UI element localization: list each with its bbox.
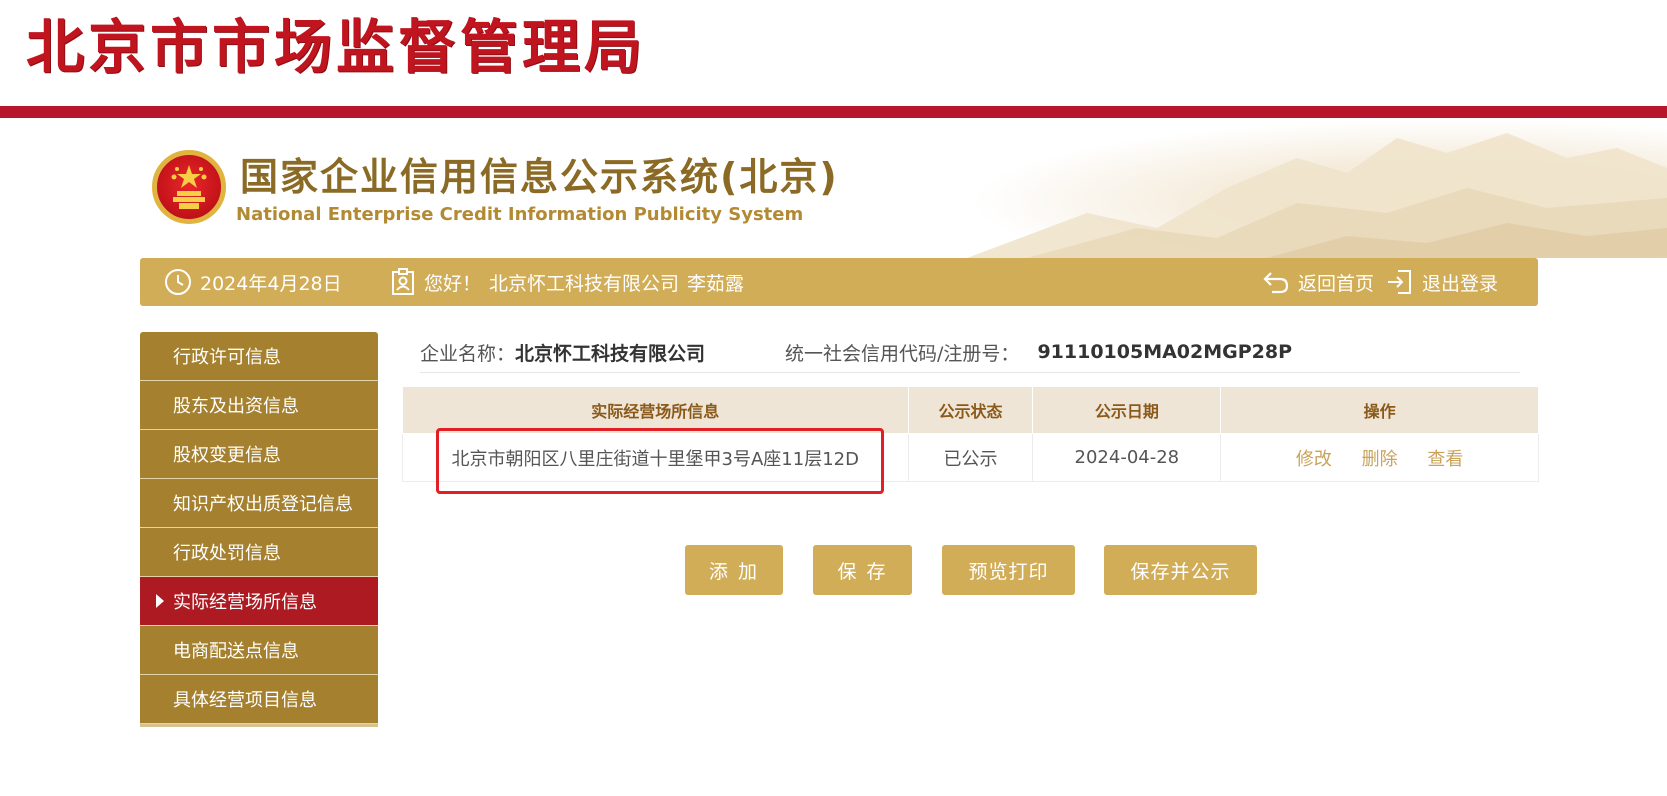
return-home-label: 返回首页 [1298,272,1375,295]
user-info-bar: 2024年4月28日 您好！ 北京怀工科技有限公司 李茹露 返回首页 退出登录 [140,258,1538,306]
greeting-text: 您好！ [424,272,482,295]
header-address: 实际经营场所信息 [402,386,909,434]
save-button[interactable]: 保 存 [813,545,912,595]
system-title-en: National Enterprise Credit Information P… [236,204,804,225]
sidebar-item-ecommerce-delivery[interactable]: 电商配送点信息 [140,626,378,675]
return-arrow-icon [1262,269,1290,295]
table-header-row: 实际经营场所信息 公示状态 公示日期 操作 [402,386,1539,434]
caret-right-icon [156,594,164,608]
clock-icon [164,268,192,296]
user-card-icon [390,268,416,296]
sidebar-item-label: 行政处罚信息 [173,543,281,564]
sidebar-item-ip-pledge[interactable]: 知识产权出质登记信息 [140,479,378,528]
national-emblem-icon [152,150,226,224]
sidebar-item-label: 知识产权出质登记信息 [173,494,353,515]
sidebar-item-label: 行政许可信息 [173,347,281,368]
sidebar-item-label: 实际经营场所信息 [173,592,317,613]
date-display: 2024年4月28日 [164,258,342,306]
mountain-background [967,118,1667,258]
premises-table: 实际经营场所信息 公示状态 公示日期 操作 北京市朝阳区八里庄街道十里堡甲3号A… [402,386,1539,482]
sidebar-item-label: 股东及出资信息 [173,396,299,417]
company-name-label: 企业名称： [420,342,516,365]
credit-code-value: 91110105MA02MGP28P [1037,341,1293,363]
sidebar-footer-rule [140,724,378,727]
sidebar-item-label: 电商配送点信息 [173,641,299,662]
greeting: 您好！ 北京怀工科技有限公司 李茹露 [390,258,744,306]
add-button[interactable]: 添 加 [685,545,783,595]
system-title-cn: 国家企业信用信息公示系统(北京) [240,155,839,199]
logout-label: 退出登录 [1422,272,1499,295]
sidebar-item-business-premises[interactable]: 实际经营场所信息 [140,577,378,626]
greeting-company: 北京怀工科技有限公司 [489,272,680,295]
view-link[interactable]: 查看 [1427,449,1463,470]
red-divider [0,106,1667,118]
company-info: 企业名称： 北京怀工科技有限公司 统一社会信用代码/注册号： 91110105M… [420,332,1520,372]
cell-address: 北京市朝阳区八里庄街道十里堡甲3号A座11层12D [402,433,909,482]
save-and-publish-button[interactable]: 保存并公示 [1104,545,1257,595]
sidebar-item-label: 具体经营项目信息 [173,690,317,711]
sidebar-item-admin-penalty[interactable]: 行政处罚信息 [140,528,378,577]
cell-status: 已公示 [907,433,1034,482]
greeting-user: 李茹露 [687,272,745,295]
sidebar-nav: 行政许可信息 股东及出资信息 股权变更信息 知识产权出质登记信息 行政处罚信息 … [140,332,378,727]
header-date: 公示日期 [1032,386,1222,434]
system-header: 国家企业信用信息公示系统(北京) National Enterprise Cre… [0,118,1667,258]
header-status: 公示状态 [907,386,1034,434]
credit-code-label: 统一社会信用代码/注册号： [785,342,1020,365]
edit-link[interactable]: 修改 [1296,449,1332,470]
company-name-value: 北京怀工科技有限公司 [515,342,706,365]
bureau-banner: 北京市市场监督管理局 [0,0,1667,118]
sidebar-item-shareholders[interactable]: 股东及出资信息 [140,381,378,430]
sidebar-item-equity-change[interactable]: 股权变更信息 [140,430,378,479]
date-text: 2024年4月28日 [200,272,342,295]
divider [420,372,1520,373]
cell-date: 2024-04-28 [1032,433,1222,482]
bureau-title: 北京市市场监督管理局 [26,13,647,81]
logout-icon [1386,268,1414,296]
sidebar-item-admin-license[interactable]: 行政许可信息 [140,332,378,381]
logout-link[interactable]: 退出登录 [1386,258,1498,306]
table-row: 北京市朝阳区八里庄街道十里堡甲3号A座11层12D 已公示 2024-04-28… [402,433,1539,482]
cell-actions: 修改 删除 查看 [1220,433,1539,482]
sidebar-item-business-items[interactable]: 具体经营项目信息 [140,675,378,724]
header-actions: 操作 [1220,386,1539,434]
preview-print-button[interactable]: 预览打印 [942,545,1075,595]
sidebar-item-label: 股权变更信息 [173,445,281,466]
return-home-link[interactable]: 返回首页 [1262,258,1374,306]
delete-link[interactable]: 删除 [1362,449,1398,470]
